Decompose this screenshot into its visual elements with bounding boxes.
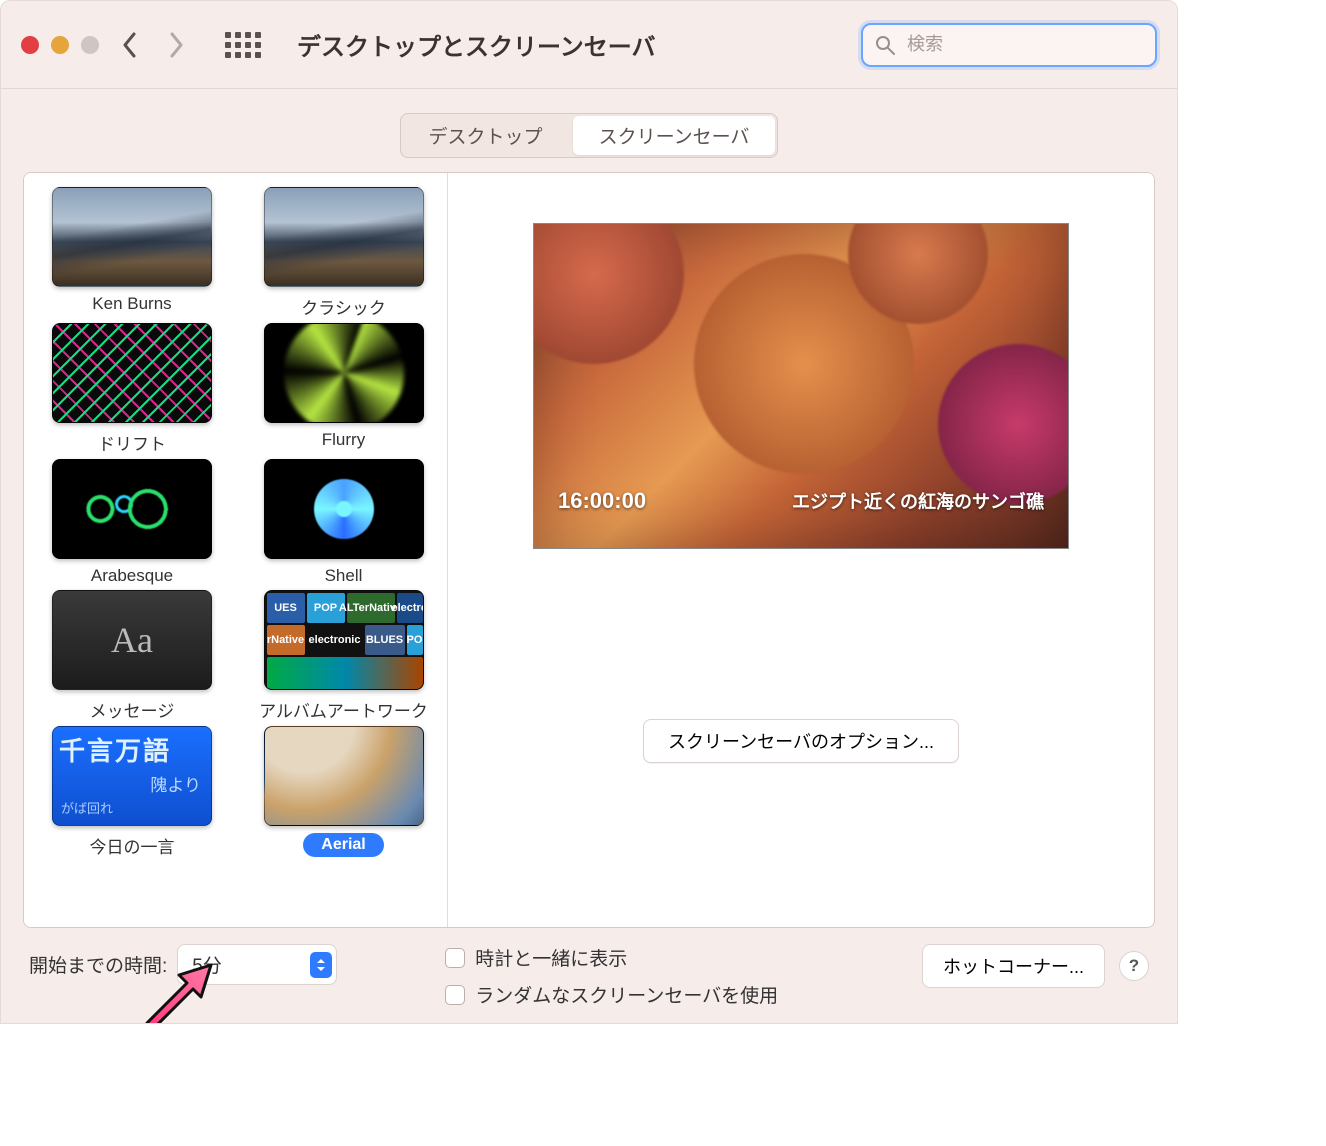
checkbox-label: 時計と一緒に表示 [475,944,627,971]
annotation-arrow-icon [139,961,219,1024]
saver-label: Arabesque [91,566,173,586]
saver-thumb [264,323,424,423]
saver-label: Flurry [322,430,365,450]
random-screensaver-checkbox[interactable]: ランダムなスクリーンセーバを使用 [445,981,778,1008]
screensaver-list[interactable]: Ken Burns クラシック ドリフト Flurry Arabesque Sh [24,173,448,927]
saver-flurry[interactable]: Flurry [250,323,438,455]
saver-message[interactable]: Aa メッセージ [38,590,226,722]
search-field[interactable] [861,23,1157,67]
saver-ken-burns[interactable]: Ken Burns [38,187,226,319]
tab-desktop[interactable]: デスクトップ [401,114,571,157]
saver-thumb: Aa [52,590,212,690]
saver-label: Shell [325,566,363,586]
saver-thumb: UES POP ALTerNative electro rNative elec… [264,590,424,690]
message-glyph: Aa [111,619,153,661]
preview-image: 16:00:00 エジプト近くの紅海のサンゴ礁 [533,223,1069,549]
window-controls [21,36,99,54]
saver-thumb [264,459,424,559]
checkbox-icon [445,985,465,1005]
saver-drift[interactable]: ドリフト [38,323,226,455]
help-button[interactable]: ? [1119,951,1149,981]
preview-location: エジプト近くの紅海のサンゴ礁 [792,488,1044,514]
forward-button[interactable] [161,25,191,65]
saver-label: Ken Burns [92,294,171,314]
saver-thumb [52,323,212,423]
saver-album-artwork[interactable]: UES POP ALTerNative electro rNative elec… [250,590,438,722]
tab-segmented: デスクトップ スクリーンセーバ [400,113,779,158]
saver-thumb: 千言万語 隗より がば回れ [52,726,212,826]
saver-thumb [52,187,212,287]
back-button[interactable] [115,25,145,65]
tab-screensaver[interactable]: スクリーンセーバ [573,116,776,155]
preview-clock: 16:00:00 [558,488,646,514]
saver-label: ドリフト [98,430,166,455]
screensaver-options-button[interactable]: スクリーンセーバのオプション... [643,719,959,763]
saver-label: クラシック [301,294,386,319]
preview-pane: 16:00:00 エジプト近くの紅海のサンゴ礁 スクリーンセーバのオプション..… [448,173,1154,927]
saver-thumb [264,187,424,287]
prefs-window: デスクトップとスクリーンセーバ デスクトップ スクリーンセーバ Ken Burn… [0,0,1178,1024]
toolbar: デスクトップとスクリーンセーバ [1,1,1177,89]
bottom-right-controls: ホットコーナー... ? [922,944,1149,988]
show-clock-checkbox[interactable]: 時計と一緒に表示 [445,944,778,971]
saver-label: メッセージ [90,697,175,722]
saver-arabesque[interactable]: Arabesque [38,459,226,586]
checkbox-icon [445,948,465,968]
saver-label-selected: Aerial [303,833,383,857]
saver-thumb [52,459,212,559]
saver-label: アルバムアートワーク [259,697,428,722]
saver-aerial[interactable]: Aerial [250,726,438,858]
saver-classic[interactable]: クラシック [250,187,438,319]
saver-label: 今日の一言 [90,833,175,858]
pane-title: デスクトップとスクリーンセーバ [297,27,656,62]
hot-corners-button[interactable]: ホットコーナー... [922,944,1105,988]
checkbox-group: 時計と一緒に表示 ランダムなスクリーンセーバを使用 [445,944,778,1008]
close-window-button[interactable] [21,36,39,54]
saver-word-of-the-day[interactable]: 千言万語 隗より がば回れ 今日の一言 [38,726,226,858]
minimize-window-button[interactable] [51,36,69,54]
saver-shell[interactable]: Shell [250,459,438,586]
show-all-prefs-button[interactable] [225,32,261,58]
checkbox-label: ランダムなスクリーンセーバを使用 [475,981,778,1008]
main-panel: Ken Burns クラシック ドリフト Flurry Arabesque Sh [23,172,1155,928]
chevron-right-icon [168,32,184,58]
zoom-window-button[interactable] [81,36,99,54]
search-icon [875,35,895,55]
tab-row: デスクトップ スクリーンセーバ [1,113,1177,158]
search-input[interactable] [905,33,1143,56]
chevron-left-icon [122,32,138,58]
saver-thumb [264,726,424,826]
select-stepper-icon [310,952,332,978]
